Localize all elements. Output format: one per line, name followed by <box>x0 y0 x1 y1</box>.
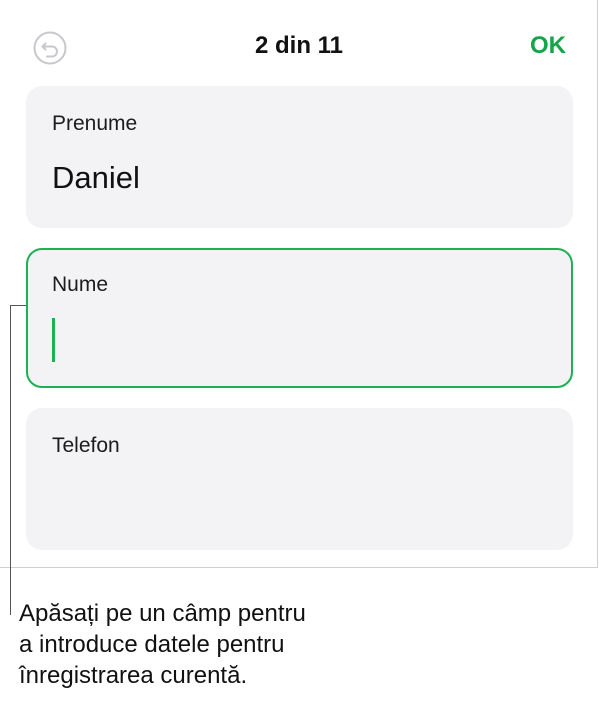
callout-caption: Apăsați pe un câmp pentru a introduce da… <box>19 598 419 691</box>
text-cursor <box>52 318 55 362</box>
field-label: Nume <box>52 273 109 296</box>
field-phone[interactable]: Telefon <box>26 408 573 550</box>
header: 2 din 11 OK <box>0 0 598 90</box>
field-label: Prenume <box>52 112 138 135</box>
field-label: Telefon <box>52 434 120 457</box>
caption-line: Apăsați pe un câmp pentru <box>19 600 306 627</box>
caption-line: a introduce datele pentru <box>19 631 285 658</box>
field-value[interactable]: Daniel <box>52 160 140 196</box>
ok-button[interactable]: OK <box>530 32 566 60</box>
record-counter: 2 din 11 <box>254 32 344 59</box>
field-last-name[interactable]: Nume <box>26 248 573 388</box>
form-screen: 2 din 11 OK Prenume Daniel Nume Telefon <box>0 0 598 568</box>
caption-line: înregistrarea curentă. <box>19 662 248 689</box>
field-first-name[interactable]: Prenume Daniel <box>26 86 573 228</box>
callout-line <box>10 305 26 615</box>
